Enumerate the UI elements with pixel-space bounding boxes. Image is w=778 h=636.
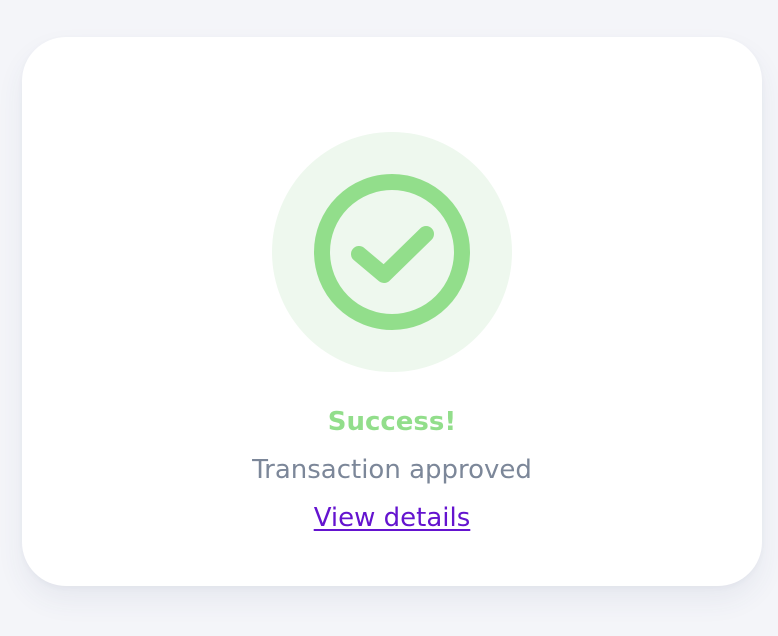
status-message: Transaction approved bbox=[252, 455, 532, 485]
view-details-link[interactable]: View details bbox=[314, 503, 471, 533]
status-title: Success! bbox=[327, 407, 457, 437]
check-circle-icon bbox=[314, 174, 470, 330]
success-icon-halo bbox=[272, 132, 512, 372]
success-card: Success! Transaction approved View detai… bbox=[22, 37, 762, 586]
